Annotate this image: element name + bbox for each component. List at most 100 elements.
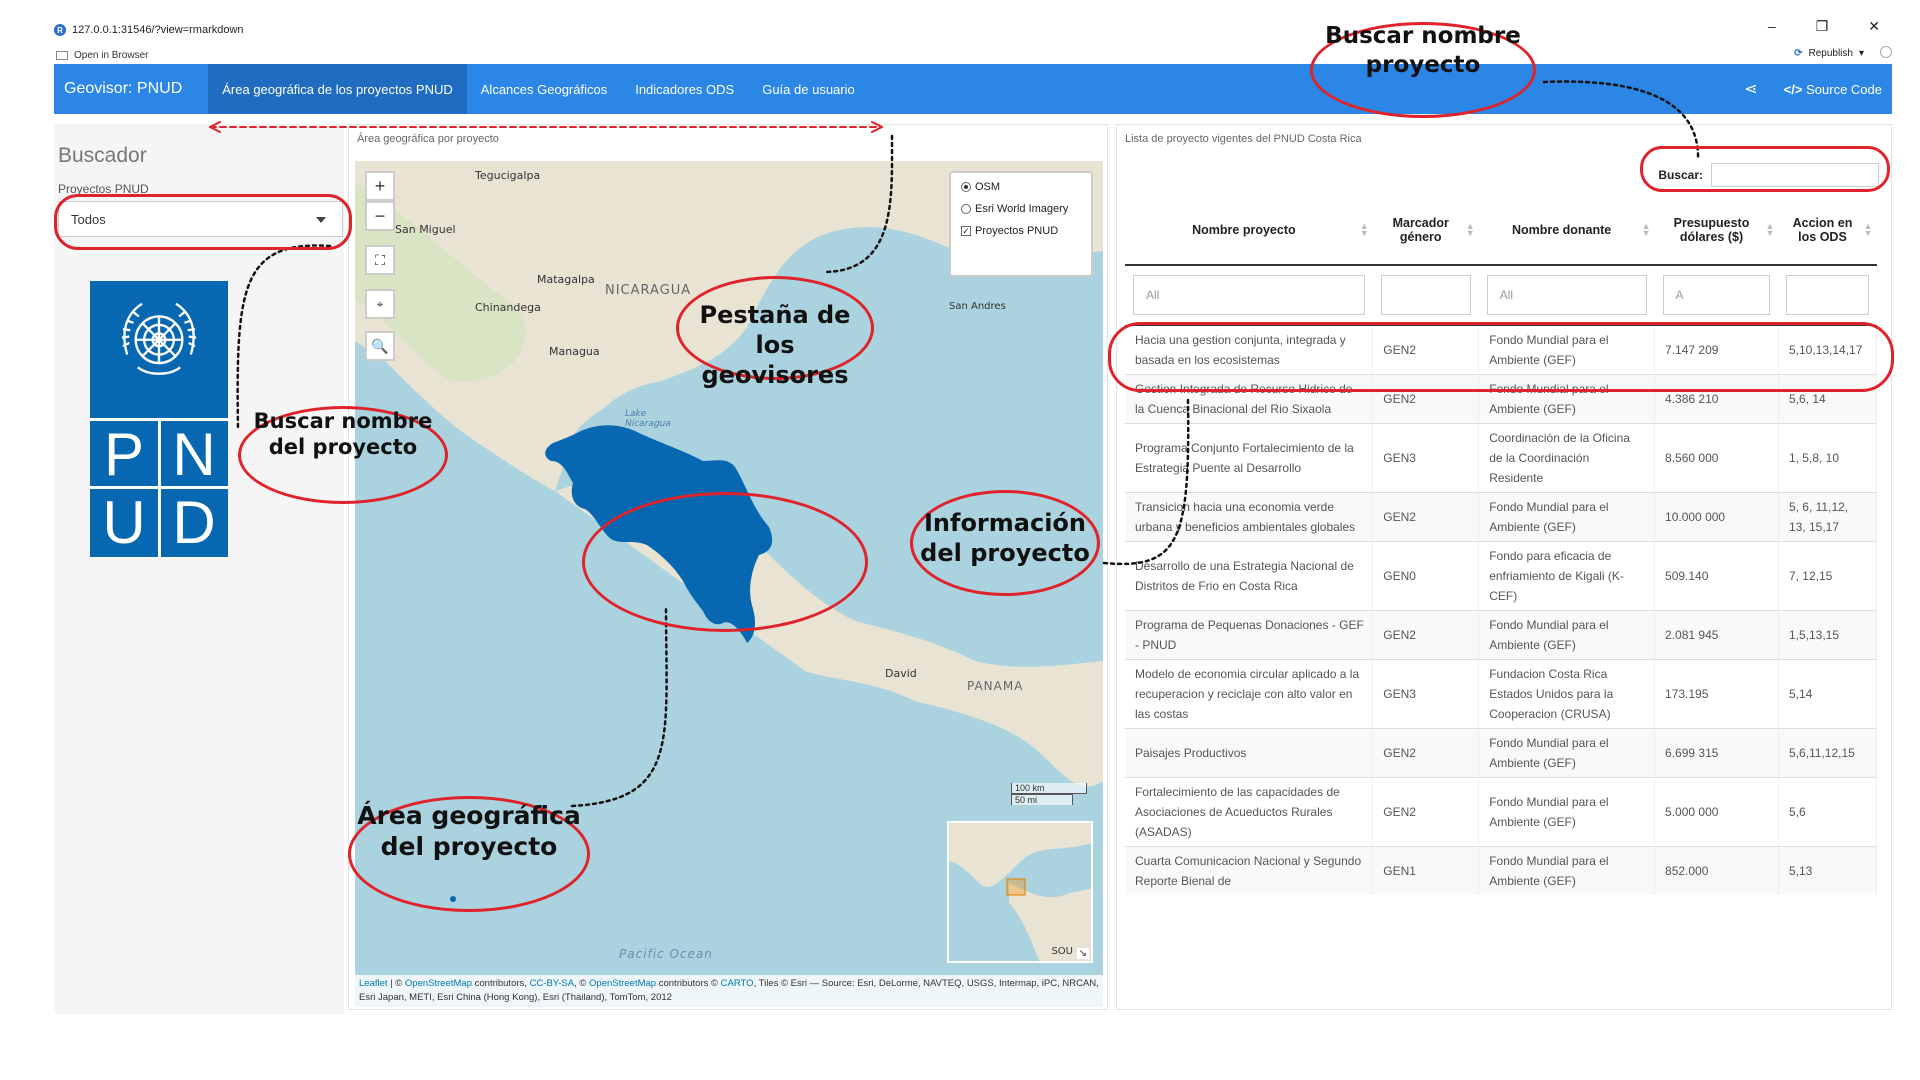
scale-km: 100 km	[1011, 783, 1087, 794]
reset-view-icon[interactable]: ⌖	[365, 289, 395, 319]
table-cell: 5,6	[1778, 776, 1878, 846]
address-bar[interactable]: R 127.0.0.1:31546/?view=rmarkdown	[54, 24, 244, 36]
tab-indicadores-ods[interactable]: Indicadores ODS	[621, 64, 748, 114]
table-panel: Lista de proyecto vigentes del PNUD Cost…	[1116, 124, 1892, 1010]
table-cell: Fondo Mundial para el Ambiente (GEF)	[1478, 727, 1656, 777]
minimap[interactable]: SOU ↘	[947, 821, 1093, 963]
table-row[interactable]: Cuarta Comunicacion Nacional y Segundo R…	[1125, 845, 1878, 895]
sort-icon: ▲ ▼	[1641, 221, 1651, 238]
column-filter-input[interactable]: All	[1133, 275, 1365, 316]
table-cell: Fondo Mundial para el Ambiente (GEF)	[1478, 845, 1656, 895]
un-emblem-icon	[121, 302, 197, 375]
share-icon[interactable]: ⋖	[1744, 79, 1757, 99]
table-cell: Transicion hacia una economia verde urba…	[1125, 491, 1374, 541]
place-label: David	[885, 667, 917, 680]
column-header-label: Marcador género	[1392, 215, 1449, 244]
filter-cell: All	[1478, 264, 1655, 326]
table-cell: Fondo Mundial para el Ambiente (GEF)	[1478, 491, 1656, 541]
carto-link[interactable]: CARTO	[721, 978, 754, 989]
filter-cell: All	[1125, 264, 1373, 326]
layer-proyectos[interactable]: ✓ Proyectos PNUD	[961, 225, 1081, 237]
table-row[interactable]: Paisajes Productivos GEN2 Fondo Mundial pa…	[1125, 727, 1878, 777]
open-in-browser-button[interactable]: Open in Browser	[56, 50, 148, 61]
layer-osm[interactable]: OSM	[961, 181, 1081, 193]
table-row[interactable]: Modelo de economia circular aplicado a l…	[1125, 658, 1878, 728]
navbar-brand[interactable]: Geovisor: PNUD	[54, 80, 208, 98]
table-row[interactable]: Fortalecimiento de las capacidades de As…	[1125, 776, 1878, 846]
zoom-in-button[interactable]: +	[365, 171, 395, 201]
screenshot-stage: R 127.0.0.1:31546/?view=rmarkdown Open i…	[0, 0, 1920, 1080]
column-header[interactable]: Nombre proyecto ▲ ▼	[1125, 195, 1373, 266]
republish-label: Republish	[1808, 48, 1853, 59]
column-header[interactable]: Presupuesto dólares ($) ▲ ▼	[1654, 195, 1779, 266]
table-cell: 5,6,11,12,15	[1778, 727, 1878, 777]
map-panel-heading: Área geográfica por proyecto	[357, 133, 499, 145]
table-cell: GEN0	[1372, 540, 1480, 610]
filter-row: All All A	[1125, 264, 1877, 326]
layer-proyectos-label: Proyectos PNUD	[975, 225, 1059, 237]
table-cell: Paisajes Productivos	[1125, 727, 1374, 777]
table-cell: Cuarta Comunicacion Nacional y Segundo R…	[1125, 845, 1374, 895]
column-header-label: Accion en los ODS	[1792, 215, 1853, 244]
table-cell: 10.000 000	[1654, 491, 1779, 541]
refresh-icon[interactable]	[1880, 46, 1892, 58]
osm-link[interactable]: OpenStreetMap	[405, 978, 472, 989]
column-filter-input[interactable]	[1786, 275, 1869, 316]
table-row[interactable]: Desarrollo de una Estrategia Nacional de…	[1125, 540, 1878, 610]
column-header[interactable]: Marcador género ▲ ▼	[1372, 195, 1479, 266]
tab-guia-usuario[interactable]: Guía de usuario	[748, 64, 869, 114]
tab-area-geografica[interactable]: Área geográfica de los proyectos PNUD	[208, 64, 467, 114]
filter-cell: A	[1654, 264, 1779, 326]
annotation-highlight-search	[1640, 146, 1890, 192]
tab-alcances-geograficos[interactable]: Alcances Geográficos	[467, 64, 621, 114]
url-text: 127.0.0.1:31546/?view=rmarkdown	[72, 24, 244, 36]
navbar-right: ⋖ </> Source Code	[1744, 79, 1892, 99]
sort-icon: ▲ ▼	[1465, 221, 1475, 238]
column-header[interactable]: Nombre donante ▲ ▼	[1478, 195, 1655, 266]
filter-cell	[1778, 264, 1877, 326]
column-header[interactable]: Accion en los ODS ▲ ▼	[1778, 195, 1877, 266]
table-cell: 2.081 945	[1654, 609, 1779, 659]
place-label: NICARAGUA	[605, 283, 692, 298]
sort-icon: ▲ ▼	[1359, 221, 1369, 238]
table-cell: GEN2	[1372, 491, 1480, 541]
place-label: San Miguel	[395, 223, 456, 236]
column-header-label: Presupuesto dólares ($)	[1673, 215, 1750, 244]
place-label: Pacific Ocean	[619, 947, 713, 961]
attribution-text: , ©	[574, 978, 590, 989]
minimap-toggle-icon[interactable]: ↘	[1076, 948, 1089, 959]
source-code-link[interactable]: </> Source Code	[1784, 82, 1882, 97]
table-cell: GEN1	[1372, 845, 1480, 895]
table-cell: 5.000 000	[1654, 776, 1779, 846]
osm-link[interactable]: OpenStreetMap	[589, 978, 656, 989]
table-row[interactable]: Programa Conjunto Fortalecimiento de la …	[1125, 422, 1878, 492]
table-cell: 7, 12,15	[1778, 540, 1878, 610]
layer-control[interactable]: OSM Esri World Imagery ✓ Proyectos PNUD	[949, 171, 1093, 277]
table-cell: GEN3	[1372, 422, 1480, 492]
annotation-highlight-map-area	[582, 492, 868, 632]
table-cell: 1, 5,8, 10	[1778, 422, 1878, 492]
zoom-out-button[interactable]: −	[365, 201, 395, 231]
table-cell: Fortalecimiento de las capacidades de As…	[1125, 776, 1374, 846]
logo-letter: U	[102, 489, 146, 556]
republish-button[interactable]: ⟳ Republish ▾	[1794, 48, 1864, 59]
close-icon[interactable]: ✕	[1868, 18, 1880, 35]
annotation-area-geografica: Área geográfica del proyecto	[357, 801, 581, 862]
minimize-icon[interactable]: –	[1768, 18, 1776, 35]
table-cell: Fondo Mundial para el Ambiente (GEF)	[1478, 776, 1656, 846]
search-icon[interactable]: 🔍	[365, 331, 395, 361]
column-filter-input[interactable]: A	[1662, 275, 1771, 316]
filter-cell	[1372, 264, 1479, 326]
leaflet-link[interactable]: Leaflet	[359, 978, 388, 989]
ccbysa-link[interactable]: CC-BY-SA	[530, 978, 575, 989]
fullscreen-icon[interactable]: ⛶	[365, 245, 395, 275]
layer-esri[interactable]: Esri World Imagery	[961, 203, 1081, 215]
column-filter-input[interactable]	[1380, 275, 1471, 316]
table-cell: 5,14	[1778, 658, 1878, 728]
table-row[interactable]: Transicion hacia una economia verde urba…	[1125, 491, 1878, 541]
maximize-icon[interactable]: ❐	[1816, 18, 1829, 35]
place-label: San Andres	[949, 301, 1006, 312]
table-row[interactable]: Programa de Pequenas Donaciones - GEF - …	[1125, 609, 1878, 659]
column-filter-input[interactable]: All	[1486, 275, 1647, 316]
scale-bar: 100 km 50 mi	[1011, 783, 1087, 805]
